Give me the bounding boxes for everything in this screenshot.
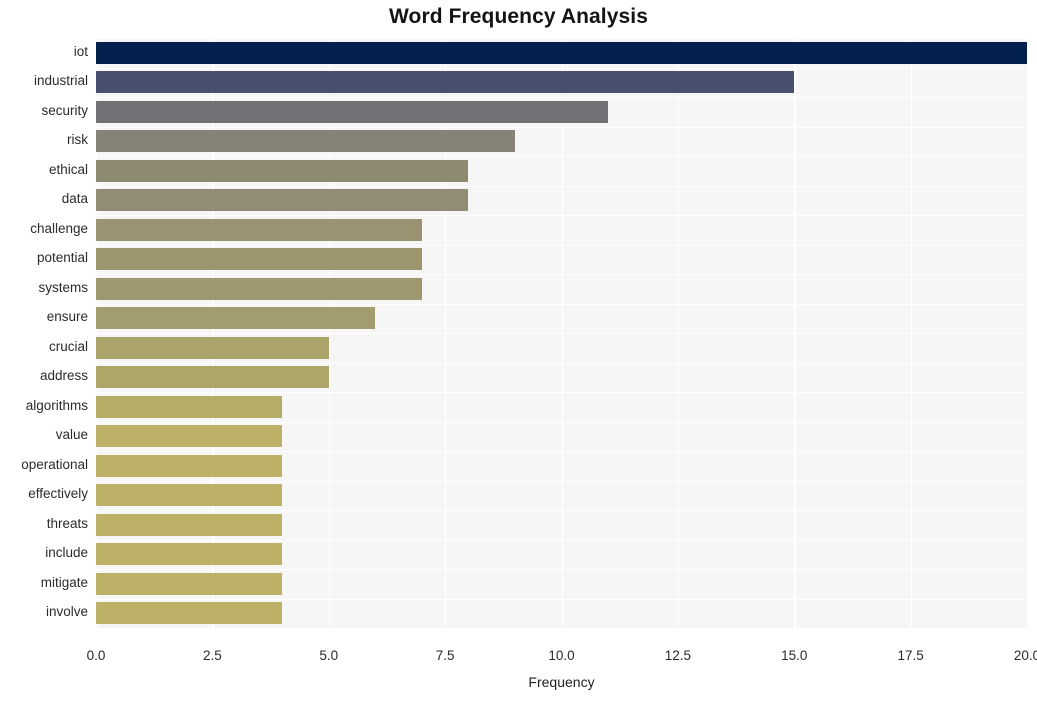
bar-include [96, 543, 283, 566]
bars-layer [96, 38, 1027, 628]
y-tick-label-data: data [61, 191, 88, 207]
y-tick-label-mitigate: mitigate [40, 574, 88, 590]
y-tick-label-crucial: crucial [48, 338, 88, 354]
x-tick-label: 17.5 [897, 648, 924, 663]
bar-row [96, 572, 1027, 595]
bar-systems [96, 277, 422, 300]
y-tick-label-value: value [55, 427, 88, 443]
x-tick-label: 7.5 [435, 648, 455, 663]
y-tick-label-include: include [45, 545, 88, 561]
bar-row [96, 395, 1027, 418]
bar-row [96, 366, 1027, 389]
chart-title: Word Frequency Analysis [388, 5, 649, 28]
bar-risk [96, 130, 515, 153]
bar-row [96, 218, 1027, 241]
bar-row [96, 543, 1027, 566]
bar-row [96, 277, 1027, 300]
bar-row [96, 41, 1027, 64]
bar-effectively [96, 484, 283, 507]
bar-operational [96, 454, 283, 477]
bar-threats [96, 513, 283, 536]
bar-row [96, 71, 1027, 94]
bar-row [96, 425, 1027, 448]
y-tick-label-security: security [41, 102, 88, 118]
bar-data [96, 189, 469, 212]
bar-mitigate [96, 572, 283, 595]
y-tick-label-effectively: effectively [28, 486, 88, 502]
bar-row [96, 602, 1027, 625]
word-frequency-chart: Word Frequency Analysis iot industrial sec… [0, 0, 1037, 701]
y-tick-label-ethical: ethical [48, 161, 88, 177]
y-tick-label-ensure: ensure [46, 309, 88, 325]
bar-row [96, 513, 1027, 536]
y-tick-label-potential: potential [36, 250, 88, 266]
y-tick-label-industrial: industrial [33, 73, 88, 89]
bar-row [96, 248, 1027, 271]
gridline-vertical [1027, 38, 1029, 628]
x-axis-ticks: 0.0 2.5 5.0 7.5 10.0 12.5 15.0 17.5 20.0 [87, 630, 1037, 663]
x-tick-label: 15.0 [781, 648, 808, 663]
bar-challenge [96, 218, 422, 241]
y-tick-label-address: address [39, 368, 88, 384]
x-tick-label: 20.0 [1013, 648, 1037, 663]
bar-address [96, 366, 329, 389]
x-tick-label: 0.0 [86, 648, 106, 663]
bar-security [96, 100, 609, 123]
x-tick-label: 5.0 [319, 648, 339, 663]
bar-industrial [96, 71, 795, 94]
y-tick-label-operational: operational [21, 456, 88, 472]
bar-potential [96, 248, 422, 271]
bar-ethical [96, 159, 469, 182]
bar-row [96, 100, 1027, 123]
bar-involve [96, 602, 283, 625]
y-tick-label-algorithms: algorithms [25, 397, 88, 413]
y-tick-label-threats: threats [46, 515, 88, 531]
bar-iot [96, 41, 1027, 64]
bar-row [96, 484, 1027, 507]
y-tick-label-involve: involve [45, 604, 88, 620]
y-tick-label-challenge: challenge [30, 220, 88, 236]
bar-row [96, 189, 1027, 212]
bar-algorithms [96, 395, 283, 418]
bar-row [96, 130, 1027, 153]
y-axis-labels: iot industrial security risk ethical data chal… [0, 38, 88, 628]
bar-value [96, 425, 283, 448]
x-tick-label: 12.5 [664, 648, 692, 663]
x-axis-label: Frequency [528, 674, 595, 690]
y-tick-label-systems: systems [38, 279, 88, 295]
bar-row [96, 336, 1027, 359]
bar-row [96, 307, 1027, 330]
y-tick-label-risk: risk [67, 132, 88, 148]
bar-row [96, 159, 1027, 182]
y-tick-label-iot: iot [73, 43, 88, 59]
bar-crucial [96, 336, 329, 359]
x-tick-label: 10.0 [548, 648, 575, 663]
bar-ensure [96, 307, 376, 330]
bar-row [96, 454, 1027, 477]
x-tick-label: 2.5 [202, 648, 222, 663]
plot-area [96, 38, 1029, 630]
